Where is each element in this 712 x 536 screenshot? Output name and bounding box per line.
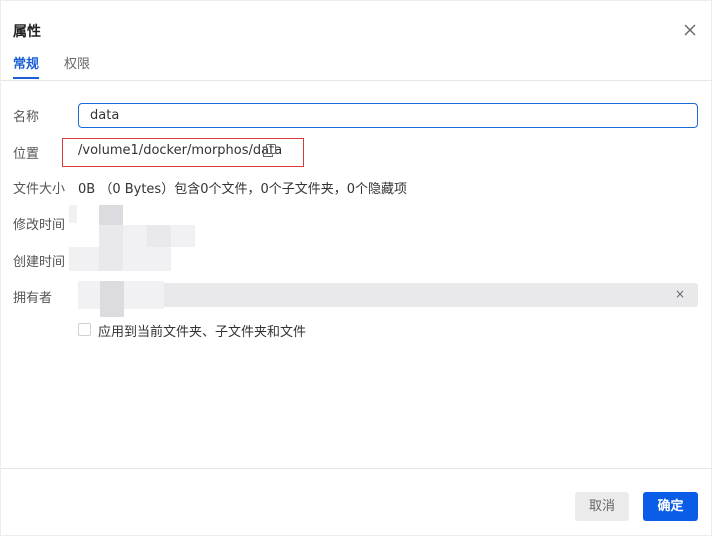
owner-clear-icon[interactable]: × [675, 287, 687, 301]
dialog-title: 属性 [13, 24, 41, 40]
redacted-block [69, 247, 99, 271]
redacted-block [69, 205, 77, 223]
redacted-block [99, 205, 123, 225]
tab-permissions[interactable]: 权限 [64, 53, 90, 72]
created-label: 创建时间 [13, 255, 66, 270]
redacted-block [123, 247, 147, 271]
size-label: 文件大小 [13, 182, 66, 197]
redacted-block [123, 225, 147, 247]
ok-button[interactable]: 确定 [643, 492, 698, 521]
redacted-block [147, 225, 171, 247]
footer-divider [1, 468, 712, 469]
modified-label: 修改时间 [13, 218, 66, 233]
redacted-block [78, 281, 100, 309]
size-value: 0B （0 Bytes）包含0个文件，0个子文件夹，0个隐藏项 [78, 182, 408, 197]
redacted-block [99, 225, 123, 247]
redacted-block [148, 281, 164, 309]
redacted-block [99, 247, 123, 271]
location-label: 位置 [13, 147, 40, 162]
name-input[interactable] [78, 103, 698, 128]
redacted-block [124, 281, 148, 309]
redacted-block [100, 281, 124, 317]
name-label: 名称 [13, 110, 40, 125]
redacted-block [171, 225, 195, 247]
copy-icon[interactable] [263, 144, 276, 157]
tab-general[interactable]: 常规 [13, 53, 40, 79]
apply-to-children-label[interactable]: 应用到当前文件夹、子文件夹和文件 [98, 321, 306, 340]
apply-to-children-checkbox[interactable] [78, 323, 91, 336]
cancel-button[interactable]: 取消 [575, 492, 629, 521]
location-value: /volume1/docker/morphos/data [78, 143, 283, 158]
redacted-block [147, 247, 171, 271]
properties-dialog: 属性 常规 权限 名称 位置 /volume1/docker/morphos/d… [0, 0, 712, 536]
close-icon[interactable] [681, 21, 699, 39]
owner-label: 拥有者 [13, 291, 53, 306]
tab-bar: 常规 权限 [1, 53, 712, 81]
owner-select[interactable] [78, 283, 698, 307]
